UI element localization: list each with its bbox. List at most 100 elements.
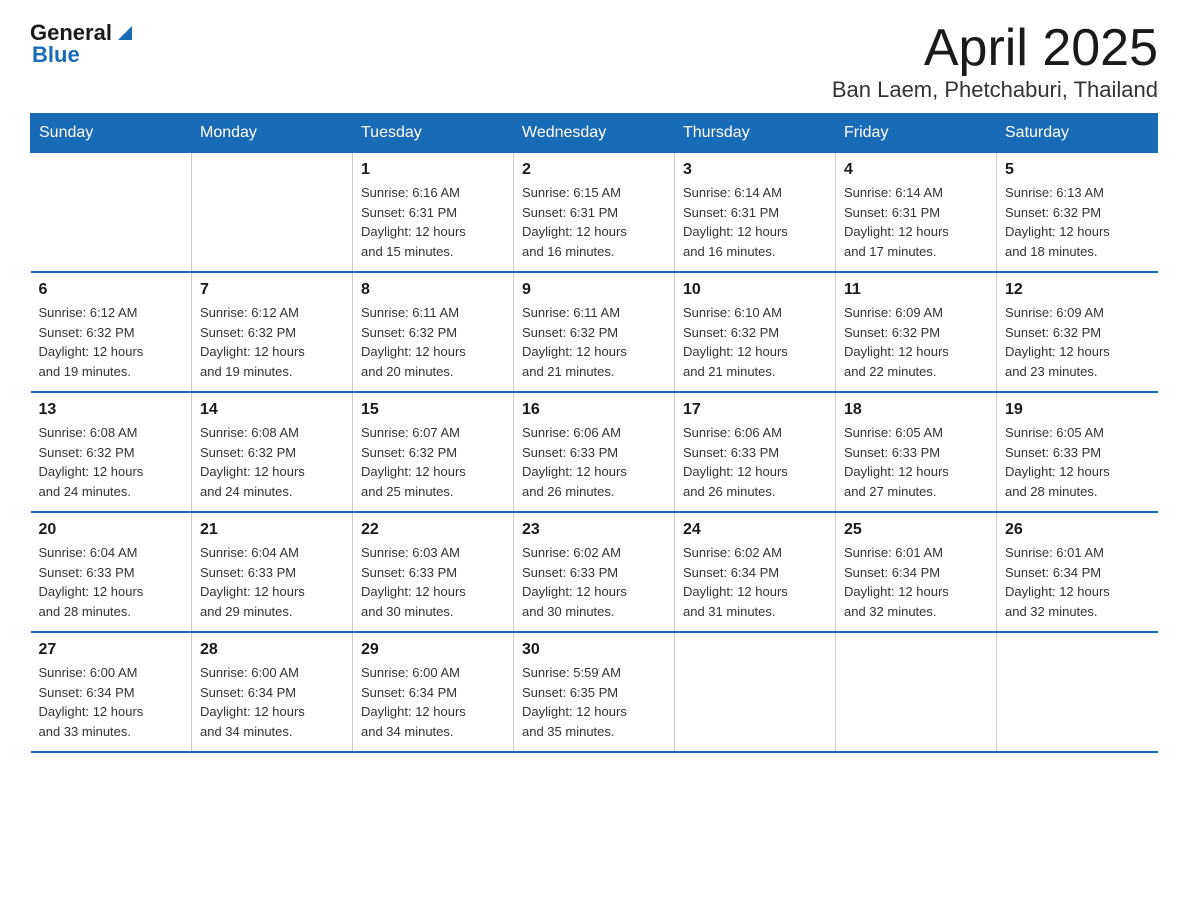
day-number: 13 (39, 401, 184, 419)
day-info: Sunrise: 6:12 AMSunset: 6:32 PMDaylight:… (39, 303, 184, 381)
day-info: Sunrise: 6:06 AMSunset: 6:33 PMDaylight:… (522, 423, 666, 501)
day-number: 1 (361, 161, 505, 179)
weekday-header: Saturday (997, 114, 1158, 153)
day-info: Sunrise: 6:09 AMSunset: 6:32 PMDaylight:… (844, 303, 988, 381)
day-number: 23 (522, 521, 666, 539)
calendar-cell: 5 Sunrise: 6:13 AMSunset: 6:32 PMDaylight… (997, 153, 1158, 273)
calendar-week-row: 13 Sunrise: 6:08 AMSunset: 6:32 PMDayligh… (31, 392, 1158, 512)
calendar-cell (192, 153, 353, 273)
calendar-cell: 4 Sunrise: 6:14 AMSunset: 6:31 PMDaylight… (836, 153, 997, 273)
calendar-cell (997, 632, 1158, 752)
day-info: Sunrise: 6:11 AMSunset: 6:32 PMDaylight:… (361, 303, 505, 381)
calendar-cell: 15 Sunrise: 6:07 AMSunset: 6:32 PMDayligh… (353, 392, 514, 512)
day-number: 5 (1005, 161, 1150, 179)
day-info: Sunrise: 6:13 AMSunset: 6:32 PMDaylight:… (1005, 183, 1150, 261)
calendar-cell: 1Sunrise: 6:16 AMSunset: 6:31 PMDaylight… (353, 153, 514, 273)
calendar-cell: 8Sunrise: 6:11 AMSunset: 6:32 PMDaylight… (353, 272, 514, 392)
page-header: General Blue April 2025 Ban Laem, Phetch… (30, 20, 1158, 103)
calendar-cell: 14 Sunrise: 6:08 AMSunset: 6:32 PMDayligh… (192, 392, 353, 512)
day-info: Sunrise: 5:59 AMSunset: 6:35 PMDaylight:… (522, 663, 666, 741)
weekday-header: Friday (836, 114, 997, 153)
weekday-header: Sunday (31, 114, 192, 153)
calendar-cell: 13Sunrise: 6:08 AMSunset: 6:32 PMDayligh… (31, 392, 192, 512)
day-number: 19 (1005, 401, 1150, 419)
calendar-cell: 17 Sunrise: 6:06 AMSunset: 6:33 PMDayligh… (675, 392, 836, 512)
calendar-cell: 22 Sunrise: 6:03 AMSunset: 6:33 PMDayligh… (353, 512, 514, 632)
day-number: 4 (844, 161, 988, 179)
day-info: Sunrise: 6:09 AMSunset: 6:32 PMDaylight:… (1005, 303, 1150, 381)
calendar-header-row: SundayMondayTuesdayWednesdayThursdayFrid… (31, 114, 1158, 153)
calendar-cell: 3Sunrise: 6:14 AMSunset: 6:31 PMDaylight… (675, 153, 836, 273)
day-number: 26 (1005, 521, 1150, 539)
calendar-cell: 29 Sunrise: 6:00 AMSunset: 6:34 PMDayligh… (353, 632, 514, 752)
calendar-cell: 2 Sunrise: 6:15 AMSunset: 6:31 PMDaylight… (514, 153, 675, 273)
day-number: 11 (844, 281, 988, 299)
calendar-cell: 28 Sunrise: 6:00 AMSunset: 6:34 PMDayligh… (192, 632, 353, 752)
calendar-table: SundayMondayTuesdayWednesdayThursdayFrid… (30, 113, 1158, 753)
weekday-header: Monday (192, 114, 353, 153)
logo-triangle-icon (114, 22, 136, 44)
day-info: Sunrise: 6:05 AMSunset: 6:33 PMDaylight:… (1005, 423, 1150, 501)
calendar-week-row: 27 Sunrise: 6:00 AMSunset: 6:34 PMDayligh… (31, 632, 1158, 752)
day-info: Sunrise: 6:06 AMSunset: 6:33 PMDaylight:… (683, 423, 827, 501)
day-info: Sunrise: 6:14 AMSunset: 6:31 PMDaylight:… (844, 183, 988, 261)
day-info: Sunrise: 6:02 AMSunset: 6:33 PMDaylight:… (522, 543, 666, 621)
weekday-header: Tuesday (353, 114, 514, 153)
day-number: 24 (683, 521, 827, 539)
day-number: 14 (200, 401, 344, 419)
title-block: April 2025 Ban Laem, Phetchaburi, Thaila… (832, 20, 1158, 103)
day-info: Sunrise: 6:01 AMSunset: 6:34 PMDaylight:… (844, 543, 988, 621)
calendar-week-row: 20 Sunrise: 6:04 AMSunset: 6:33 PMDayligh… (31, 512, 1158, 632)
day-info: Sunrise: 6:01 AMSunset: 6:34 PMDaylight:… (1005, 543, 1150, 621)
calendar-cell: 6 Sunrise: 6:12 AMSunset: 6:32 PMDaylight… (31, 272, 192, 392)
day-number: 3 (683, 161, 827, 179)
calendar-cell: 10 Sunrise: 6:10 AMSunset: 6:32 PMDayligh… (675, 272, 836, 392)
day-number: 6 (39, 281, 184, 299)
calendar-cell: 19 Sunrise: 6:05 AMSunset: 6:33 PMDayligh… (997, 392, 1158, 512)
day-info: Sunrise: 6:02 AMSunset: 6:34 PMDaylight:… (683, 543, 827, 621)
logo: General Blue (30, 20, 136, 68)
calendar-cell: 27Sunrise: 6:00 AMSunset: 6:34 PMDayligh… (31, 632, 192, 752)
day-info: Sunrise: 6:00 AMSunset: 6:34 PMDaylight:… (200, 663, 344, 741)
day-number: 25 (844, 521, 988, 539)
day-number: 16 (522, 401, 666, 419)
calendar-cell: 12 Sunrise: 6:09 AMSunset: 6:32 PMDayligh… (997, 272, 1158, 392)
calendar-cell: 18 Sunrise: 6:05 AMSunset: 6:33 PMDayligh… (836, 392, 997, 512)
page-subtitle: Ban Laem, Phetchaburi, Thailand (832, 77, 1158, 103)
logo-blue-text: Blue (32, 42, 80, 68)
day-info: Sunrise: 6:15 AMSunset: 6:31 PMDaylight:… (522, 183, 666, 261)
day-info: Sunrise: 6:10 AMSunset: 6:32 PMDaylight:… (683, 303, 827, 381)
day-info: Sunrise: 6:03 AMSunset: 6:33 PMDaylight:… (361, 543, 505, 621)
day-number: 18 (844, 401, 988, 419)
calendar-cell: 20Sunrise: 6:04 AMSunset: 6:33 PMDayligh… (31, 512, 192, 632)
calendar-cell: 25 Sunrise: 6:01 AMSunset: 6:34 PMDayligh… (836, 512, 997, 632)
day-number: 29 (361, 641, 505, 659)
day-number: 27 (39, 641, 184, 659)
day-info: Sunrise: 6:07 AMSunset: 6:32 PMDaylight:… (361, 423, 505, 501)
day-number: 21 (200, 521, 344, 539)
day-number: 2 (522, 161, 666, 179)
calendar-week-row: 6 Sunrise: 6:12 AMSunset: 6:32 PMDaylight… (31, 272, 1158, 392)
day-number: 28 (200, 641, 344, 659)
day-number: 7 (200, 281, 344, 299)
calendar-cell: 26 Sunrise: 6:01 AMSunset: 6:34 PMDayligh… (997, 512, 1158, 632)
day-number: 17 (683, 401, 827, 419)
calendar-week-row: 1Sunrise: 6:16 AMSunset: 6:31 PMDaylight… (31, 153, 1158, 273)
calendar-cell (836, 632, 997, 752)
calendar-cell: 23 Sunrise: 6:02 AMSunset: 6:33 PMDayligh… (514, 512, 675, 632)
day-number: 10 (683, 281, 827, 299)
day-info: Sunrise: 6:04 AMSunset: 6:33 PMDaylight:… (200, 543, 344, 621)
day-info: Sunrise: 6:05 AMSunset: 6:33 PMDaylight:… (844, 423, 988, 501)
day-number: 22 (361, 521, 505, 539)
calendar-cell (31, 153, 192, 273)
day-info: Sunrise: 6:08 AMSunset: 6:32 PMDaylight:… (200, 423, 344, 501)
day-number: 15 (361, 401, 505, 419)
day-number: 20 (39, 521, 184, 539)
calendar-cell (675, 632, 836, 752)
day-info: Sunrise: 6:00 AMSunset: 6:34 PMDaylight:… (361, 663, 505, 741)
day-number: 12 (1005, 281, 1150, 299)
calendar-cell: 21 Sunrise: 6:04 AMSunset: 6:33 PMDayligh… (192, 512, 353, 632)
weekday-header: Wednesday (514, 114, 675, 153)
day-number: 9 (522, 281, 666, 299)
weekday-header: Thursday (675, 114, 836, 153)
